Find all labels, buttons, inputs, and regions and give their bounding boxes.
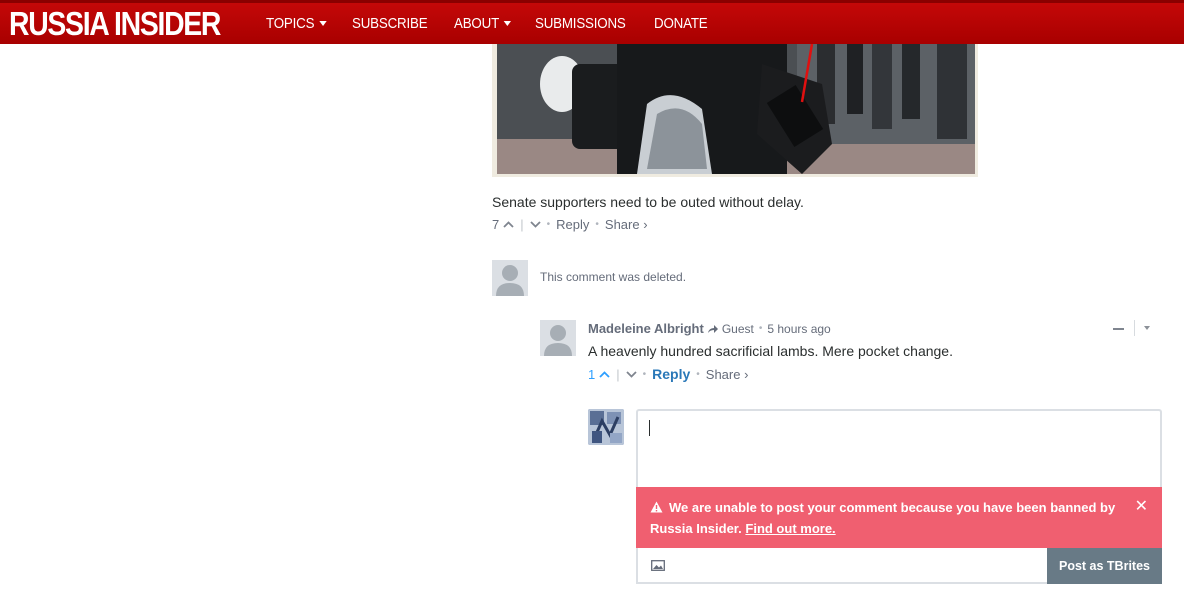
reply-textarea[interactable] [636,409,1162,487]
comment-text: Senate supporters need to be outed witho… [492,194,804,210]
nav-subscribe[interactable]: SUBSCRIBE [351,15,428,32]
ban-alert: We are unable to post your comment becau… [636,487,1162,548]
nav-about[interactable]: ABOUT [454,16,511,32]
caret-down-icon [503,21,511,26]
nav-donate[interactable]: DONATE [654,16,708,32]
separator-dot: • [696,368,700,380]
upvote-icon[interactable] [599,370,610,378]
deleted-comment-text: This comment was deleted. [540,270,687,284]
upvote-count: 1 [588,366,596,382]
nav-submissions-label: SUBMISSIONS [535,15,627,32]
text-cursor [649,420,650,436]
separator-dot: • [595,219,599,230]
nav-about-label: ABOUT [453,15,499,32]
main-nav: TOPICS SUBSCRIBE ABOUT SUBMISSIONS DONAT… [266,3,732,44]
site-header: RUSSIA INSIDER TOPICS SUBSCRIBE ABOUT SU… [0,0,1184,44]
comment-meta: Madeleine Albright Guest • 5 hours ago [588,321,831,336]
comment-timestamp[interactable]: 5 hours ago [767,322,830,336]
downvote-icon[interactable] [625,370,637,378]
user-avatar [588,409,624,445]
nav-topics-label: TOPICS [266,15,315,32]
separator-dot: • [546,219,551,230]
chevron-down-icon[interactable] [1144,326,1150,330]
comment-actions: 1 | • Reply • Share › [588,366,748,382]
controls-divider [1134,320,1135,336]
comment-photo [497,44,975,174]
upvote-icon[interactable] [503,221,514,228]
author-name[interactable]: Madeleine Albright [588,321,704,336]
reply-link[interactable]: Reply [556,217,589,232]
site-logo[interactable]: RUSSIA INSIDER [9,5,221,43]
nav-topics[interactable]: TOPICS [266,15,327,32]
comment-image[interactable] [492,44,978,177]
composer-toolbar: Post as TBrites [636,548,1162,584]
reply-arrow-icon [707,324,718,333]
default-avatar [492,260,528,296]
nav-submissions[interactable]: SUBMISSIONS [535,16,626,32]
separator-dot: • [642,368,647,380]
close-icon[interactable]: ✕ [1135,496,1148,517]
warning-icon [650,501,663,513]
comment-text: A heavenly hundred sacrificial lambs. Me… [588,343,953,359]
guest-badge: Guest [721,321,754,336]
downvote-icon[interactable] [529,221,541,228]
reply-link[interactable]: Reply [652,366,690,382]
separator-dot: • [758,323,763,334]
upvote-count: 7 [492,217,500,232]
share-link[interactable]: Share › [706,367,749,382]
vote-divider: | [520,217,524,232]
ban-alert-text: We are unable to post your comment becau… [650,500,1116,536]
nav-donate-label: DONATE [654,15,708,32]
vote-divider: | [616,366,620,382]
comment-actions: 7 | • Reply • Share › [492,217,648,232]
caret-down-icon [318,21,327,26]
share-link[interactable]: Share › [605,217,648,232]
nav-subscribe-label: SUBSCRIBE [351,15,428,32]
post-button[interactable]: Post as TBrites [1047,548,1162,584]
find-out-more-link[interactable]: Find out more. [745,521,835,536]
comment-controls [1113,320,1150,336]
image-upload-icon[interactable] [651,560,665,571]
author-avatar[interactable] [540,320,576,356]
collapse-icon[interactable] [1113,328,1124,330]
